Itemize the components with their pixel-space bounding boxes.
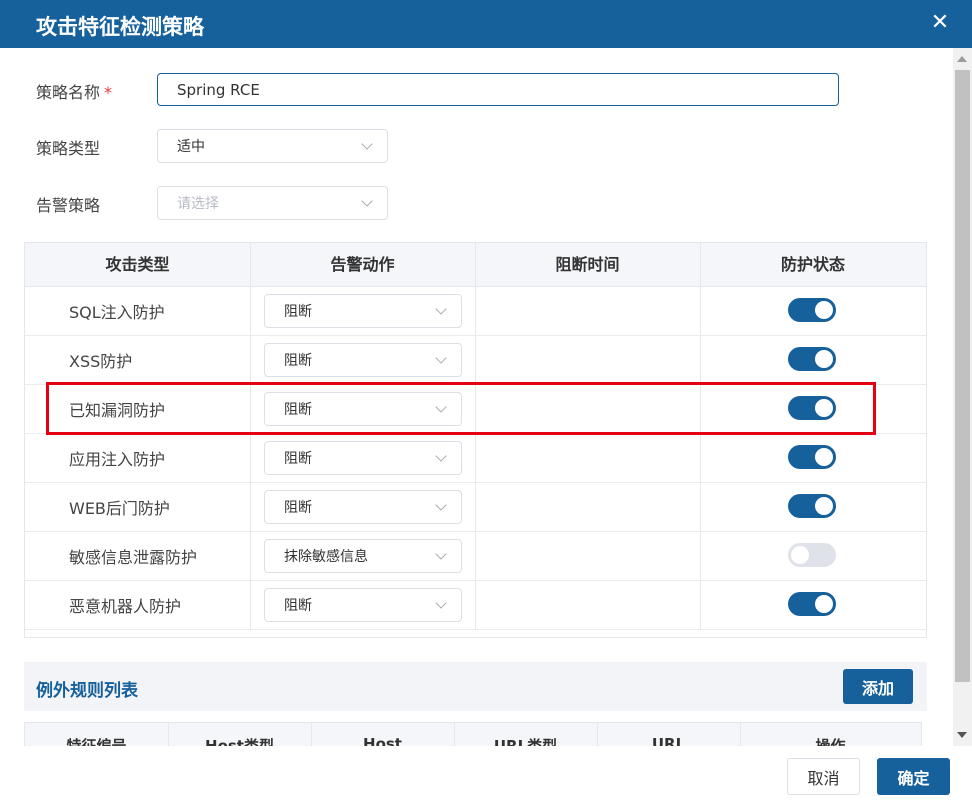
policy-type-label: 策略类型 xyxy=(36,139,101,158)
required-mark: * xyxy=(104,83,113,102)
header-feature-id: 特征编号 xyxy=(66,737,127,746)
add-button[interactable]: 添加 xyxy=(843,669,913,704)
dialog-header: 攻击特征检测策略 ✕ xyxy=(0,0,972,48)
chevron-down-icon xyxy=(435,597,447,609)
protection-toggle[interactable] xyxy=(788,592,836,616)
policy-name-label: 策略名称 * xyxy=(36,83,113,102)
table-row: 恶意机器人防护 阻断 xyxy=(25,581,926,630)
alert-action-select[interactable]: 阻断 xyxy=(264,441,462,475)
attack-type-label: 应用注入防护 xyxy=(69,450,166,469)
alert-policy-select[interactable]: 请选择 xyxy=(157,186,388,220)
exception-rules-table: 特征编号 Host类型 Host URL类型 URL 操作 xyxy=(24,722,922,746)
exception-rules-bar: 例外规则列表 xyxy=(24,662,927,711)
header-url-type: URL类型 xyxy=(493,737,558,746)
alert-action-value: 抹除敏感信息 xyxy=(284,549,368,565)
chevron-down-icon xyxy=(361,138,373,150)
protection-toggle[interactable] xyxy=(788,298,836,322)
policy-name-input[interactable] xyxy=(157,73,839,106)
header-host-type: Host类型 xyxy=(205,737,274,746)
policy-type-value: 适中 xyxy=(177,139,205,155)
alert-action-select[interactable]: 阻断 xyxy=(264,490,462,524)
scroll-down-arrow-icon[interactable] xyxy=(957,732,967,738)
chevron-down-icon xyxy=(435,548,447,560)
chevron-down-icon xyxy=(361,195,373,207)
table-row: 已知漏洞防护 阻断 xyxy=(25,385,926,434)
close-icon[interactable]: ✕ xyxy=(930,12,950,34)
alert-action-select[interactable]: 抹除敏感信息 xyxy=(264,539,462,573)
toggle-knob xyxy=(815,448,833,466)
alert-action-select[interactable]: 阻断 xyxy=(264,588,462,622)
confirm-button[interactable]: 确定 xyxy=(877,758,950,795)
header-url: URL xyxy=(651,735,686,746)
table-row: WEB后门防护 阻断 xyxy=(25,483,926,532)
cancel-button[interactable]: 取消 xyxy=(787,758,860,795)
header-protection-status: 防护状态 xyxy=(780,255,845,274)
protection-toggle[interactable] xyxy=(788,396,836,420)
alert-action-value: 阻断 xyxy=(284,598,312,614)
protection-toggle[interactable] xyxy=(788,445,836,469)
scroll-up-arrow-icon[interactable] xyxy=(957,56,967,62)
alert-action-select[interactable]: 阻断 xyxy=(264,392,462,426)
vertical-scrollbar[interactable] xyxy=(953,48,972,746)
alert-policy-label: 告警策略 xyxy=(36,196,101,215)
alert-action-value: 阻断 xyxy=(284,402,312,418)
header-attack-type: 攻击类型 xyxy=(105,255,170,274)
alert-action-select[interactable]: 阻断 xyxy=(264,294,462,328)
attack-type-label: 恶意机器人防护 xyxy=(69,597,182,616)
table-row: XSS防护 阻断 xyxy=(25,336,926,385)
exception-rules-title: 例外规则列表 xyxy=(36,681,138,701)
alert-action-value: 阻断 xyxy=(284,304,312,320)
chevron-down-icon xyxy=(435,499,447,511)
chevron-down-icon xyxy=(435,352,447,364)
header-block-time: 阻断时间 xyxy=(555,255,620,274)
scrollbar-thumb[interactable] xyxy=(955,70,970,682)
toggle-knob xyxy=(815,301,833,319)
alert-action-value: 阻断 xyxy=(284,451,312,467)
alert-action-value: 阻断 xyxy=(284,353,312,369)
alert-action-select[interactable]: 阻断 xyxy=(264,343,462,377)
attack-type-label: 已知漏洞防护 xyxy=(69,401,166,420)
attack-type-label: SQL注入防护 xyxy=(69,303,165,322)
table-row: 敏感信息泄露防护 抹除敏感信息 xyxy=(25,532,926,581)
table-row: SQL注入防护 阻断 xyxy=(25,287,926,336)
attack-type-label: 敏感信息泄露防护 xyxy=(69,548,198,567)
protection-toggle[interactable] xyxy=(788,543,836,567)
header-operation: 操作 xyxy=(815,737,846,746)
toggle-knob xyxy=(815,497,833,515)
policy-type-select[interactable]: 适中 xyxy=(157,129,388,163)
toggle-knob xyxy=(791,546,809,564)
table-row: 应用注入防护 阻断 xyxy=(25,434,926,483)
toggle-knob xyxy=(815,595,833,613)
attack-type-table: 攻击类型 告警动作 阻断时间 防护状态 SQL注入防护 阻断 XSS防护 阻断 … xyxy=(24,242,927,638)
header-alert-action: 告警动作 xyxy=(330,255,395,274)
toggle-knob xyxy=(815,399,833,417)
chevron-down-icon xyxy=(435,401,447,413)
toggle-knob xyxy=(815,350,833,368)
chevron-down-icon xyxy=(435,450,447,462)
attack-type-label: WEB后门防护 xyxy=(69,499,170,518)
protection-toggle[interactable] xyxy=(788,494,836,518)
chevron-down-icon xyxy=(435,303,447,315)
alert-policy-placeholder: 请选择 xyxy=(177,196,219,212)
protection-toggle[interactable] xyxy=(788,347,836,371)
alert-action-value: 阻断 xyxy=(284,500,312,516)
dialog-title: 攻击特征检测策略 xyxy=(36,15,204,39)
header-host: Host xyxy=(363,735,402,746)
attack-type-label: XSS防护 xyxy=(69,352,133,371)
